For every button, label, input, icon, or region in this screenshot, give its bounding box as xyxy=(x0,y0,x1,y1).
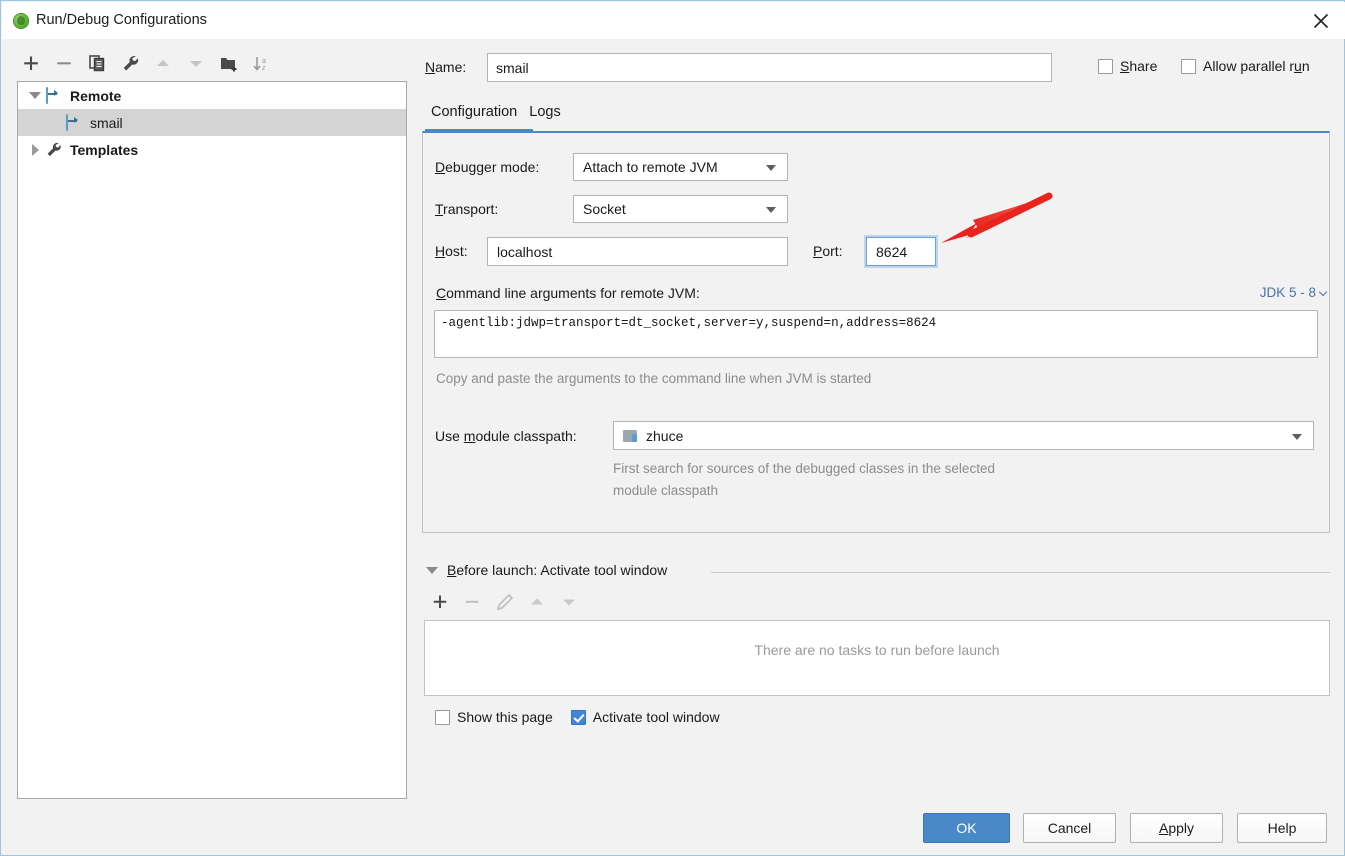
apply-button[interactable]: Apply xyxy=(1130,813,1223,843)
move-down-button[interactable] xyxy=(182,49,210,78)
command-line-arguments-input[interactable]: -agentlib:jdwp=transport=dt_socket,serve… xyxy=(434,310,1318,358)
tab-configuration[interactable]: Configuration xyxy=(425,101,523,128)
edit-templates-button[interactable] xyxy=(116,49,144,78)
name-input[interactable] xyxy=(487,53,1052,82)
module-classpath-hint-line1: First search for sources of the debugged… xyxy=(613,461,995,476)
task-move-down-button[interactable] xyxy=(553,589,585,615)
tree-item-smail[interactable]: smail xyxy=(18,109,406,136)
add-task-button[interactable] xyxy=(425,589,457,615)
intellij-green-icon xyxy=(13,13,29,29)
checkbox-box xyxy=(570,709,586,725)
title-bar: Run/Debug Configurations xyxy=(2,2,1345,39)
chevron-down-icon xyxy=(766,207,776,213)
before-launch-toolbar xyxy=(425,589,725,616)
wrench-icon xyxy=(46,142,64,158)
debugger-mode-value: Attach to remote JVM xyxy=(583,159,718,175)
show-this-page-label: Show this page xyxy=(457,709,553,725)
configurations-tree[interactable]: Remote smail Templates xyxy=(17,81,407,799)
before-launch-divider xyxy=(711,572,1330,573)
svg-text:z: z xyxy=(262,65,266,72)
ok-button[interactable]: OK xyxy=(923,813,1010,843)
before-launch-title: Before launch: Activate tool window xyxy=(447,562,668,578)
before-launch-tasks-list[interactable]: There are no tasks to run before launch xyxy=(424,620,1330,696)
copy-configuration-button[interactable] xyxy=(83,49,111,78)
checkbox-box xyxy=(1098,58,1113,74)
before-launch-header[interactable]: Before launch: Activate tool window xyxy=(426,562,667,578)
tree-item-label: Remote xyxy=(70,87,122,104)
module-classpath-label: Use module classpath: xyxy=(435,428,577,444)
tree-item-templates[interactable]: Templates xyxy=(18,136,406,163)
chevron-down-icon[interactable] xyxy=(24,92,46,99)
allow-parallel-run-checkbox[interactable]: Allow parallel run xyxy=(1181,58,1310,74)
allow-parallel-run-label: Allow parallel run xyxy=(1203,58,1310,74)
show-this-page-checkbox[interactable]: Show this page xyxy=(435,709,553,725)
jdk-version-label: JDK 5 - 8 xyxy=(1259,285,1316,300)
module-classpath-hint-line2: module classpath xyxy=(613,483,719,498)
port-label: Port: xyxy=(813,243,843,259)
configurations-toolbar: a z xyxy=(17,49,407,80)
checkbox-box xyxy=(435,709,450,725)
module-classpath-value: zhuce xyxy=(646,427,684,444)
task-move-up-button[interactable] xyxy=(521,589,553,615)
run-debug-configurations-dialog: Run/Debug Configurations a z Remote smai… xyxy=(0,0,1345,856)
active-tab-indicator xyxy=(425,129,533,132)
remote-config-icon xyxy=(46,86,64,104)
checkbox-box xyxy=(1181,58,1196,74)
dialog-title: Run/Debug Configurations xyxy=(36,12,207,28)
bottom-options-row: Show this page Activate tool window xyxy=(435,709,720,725)
tree-item-label: smail xyxy=(90,114,123,131)
module-folder-icon xyxy=(623,429,639,443)
share-checkbox[interactable]: Share xyxy=(1098,58,1157,74)
remove-task-button[interactable] xyxy=(457,589,489,615)
move-up-button[interactable] xyxy=(149,49,177,78)
tab-logs[interactable]: Logs xyxy=(523,101,566,128)
close-icon[interactable] xyxy=(1305,6,1337,36)
host-input[interactable] xyxy=(487,237,788,266)
command-line-arguments-hint: Copy and paste the arguments to the comm… xyxy=(436,371,872,386)
debugger-mode-select[interactable]: Attach to remote JVM xyxy=(573,153,788,181)
port-input[interactable] xyxy=(866,237,936,266)
transport-value: Socket xyxy=(583,201,626,217)
transport-label: Transport: xyxy=(435,201,499,217)
activate-tool-window-label: Activate tool window xyxy=(592,709,720,725)
help-button[interactable]: Help xyxy=(1237,813,1327,843)
edit-task-button[interactable] xyxy=(489,589,521,615)
remove-configuration-button[interactable] xyxy=(50,49,78,78)
tree-item-remote[interactable]: Remote xyxy=(18,82,406,109)
name-label: Name: xyxy=(425,59,467,75)
sort-configurations-button[interactable]: a z xyxy=(248,49,276,78)
cancel-button[interactable]: Cancel xyxy=(1023,813,1116,843)
remote-config-icon xyxy=(66,113,84,131)
svg-text:a: a xyxy=(262,58,266,65)
debugger-mode-label: Debugger mode: xyxy=(435,159,540,175)
transport-select[interactable]: Socket xyxy=(573,195,788,223)
tree-item-label: Templates xyxy=(70,141,139,158)
before-launch-empty-text: There are no tasks to run before launch xyxy=(754,642,1000,658)
chevron-down-icon xyxy=(426,566,438,574)
jdk-version-selector[interactable]: JDK 5 - 8 xyxy=(1259,285,1328,300)
tab-bar: Configuration Logs xyxy=(425,101,567,128)
module-classpath-select[interactable]: zhuce xyxy=(613,421,1314,450)
chevron-down-icon xyxy=(1292,433,1302,440)
chevron-down-icon xyxy=(766,165,776,171)
chevron-down-icon xyxy=(1318,287,1328,297)
add-configuration-button[interactable] xyxy=(17,49,45,78)
command-line-arguments-label: Command line arguments for remote JVM: xyxy=(436,285,700,301)
activate-tool-window-checkbox[interactable]: Activate tool window xyxy=(570,709,720,725)
share-label: Share xyxy=(1120,58,1158,74)
new-folder-button[interactable] xyxy=(215,49,243,78)
chevron-right-icon[interactable] xyxy=(24,143,46,156)
host-label: Host: xyxy=(435,243,468,259)
